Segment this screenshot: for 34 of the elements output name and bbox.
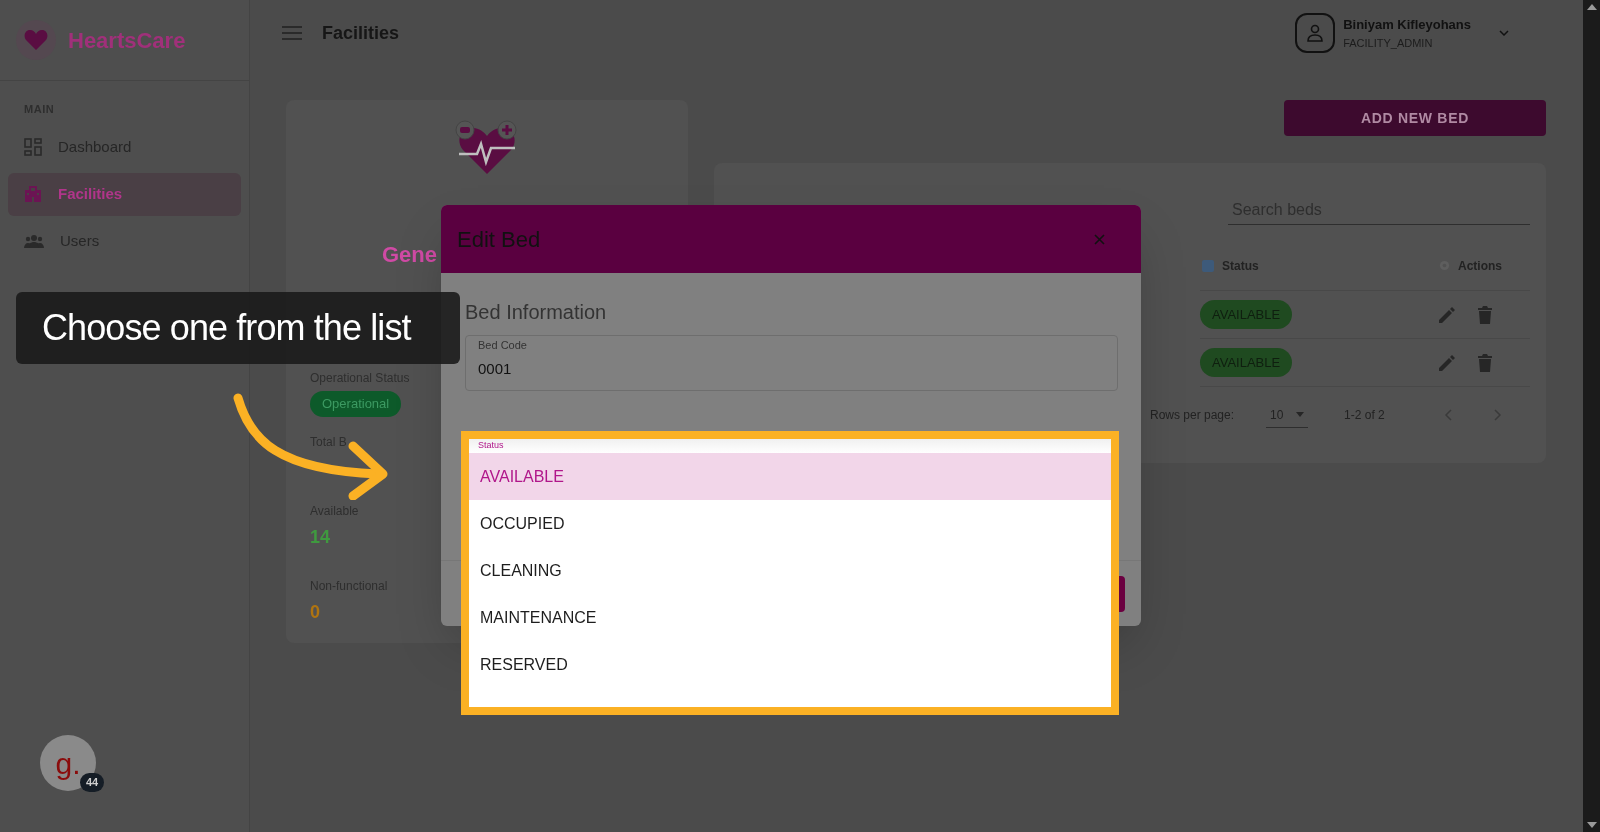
trash-icon[interactable] <box>1478 305 1492 324</box>
close-icon[interactable] <box>1094 233 1105 245</box>
guide-tooltip: Choose one from the list <box>16 292 460 364</box>
facility-title: Gene <box>382 241 438 269</box>
user-avatar-icon[interactable] <box>1295 13 1336 53</box>
status-chip: Operational <box>310 391 402 417</box>
menu-icon[interactable] <box>282 26 302 40</box>
user-name: Biniyam Kifleyohans <box>1343 16 1471 34</box>
heart-logo-icon <box>16 20 56 60</box>
dialog-title: Edit Bed <box>457 225 541 254</box>
grid-icon <box>24 138 42 156</box>
stat-value: 14 <box>310 525 331 549</box>
pencil-icon[interactable] <box>1438 305 1456 324</box>
brand-name: HeartsCare <box>68 26 186 55</box>
caret-icon <box>1296 412 1305 417</box>
pencil-icon[interactable] <box>1438 353 1456 372</box>
scroll-down-icon[interactable] <box>1586 822 1597 828</box>
status-option[interactable]: OCCUPIED <box>469 500 1111 547</box>
status-column-icon <box>1202 259 1214 272</box>
status-option[interactable]: RESERVED <box>469 641 1111 688</box>
users-icon <box>24 234 44 248</box>
chevron-down-icon[interactable] <box>1499 30 1509 36</box>
building-icon <box>24 185 42 203</box>
section-title: Bed Information <box>465 300 608 325</box>
stat-value: 0 <box>310 600 320 624</box>
count-badge: 44 <box>80 773 105 792</box>
field-label: Status <box>477 439 505 451</box>
scroll-up-icon[interactable] <box>1586 4 1597 10</box>
trash-icon[interactable] <box>1478 353 1492 372</box>
status-option[interactable]: MAINTENANCE <box>469 594 1111 641</box>
status-option[interactable]: AVAILABLE <box>469 453 1111 500</box>
bed-code-field[interactable]: Bed Code 0001 <box>465 335 1118 391</box>
add-new-bed-button[interactable]: ADD NEW BED <box>1284 100 1546 136</box>
status-option[interactable]: CLEANING <box>469 547 1111 594</box>
